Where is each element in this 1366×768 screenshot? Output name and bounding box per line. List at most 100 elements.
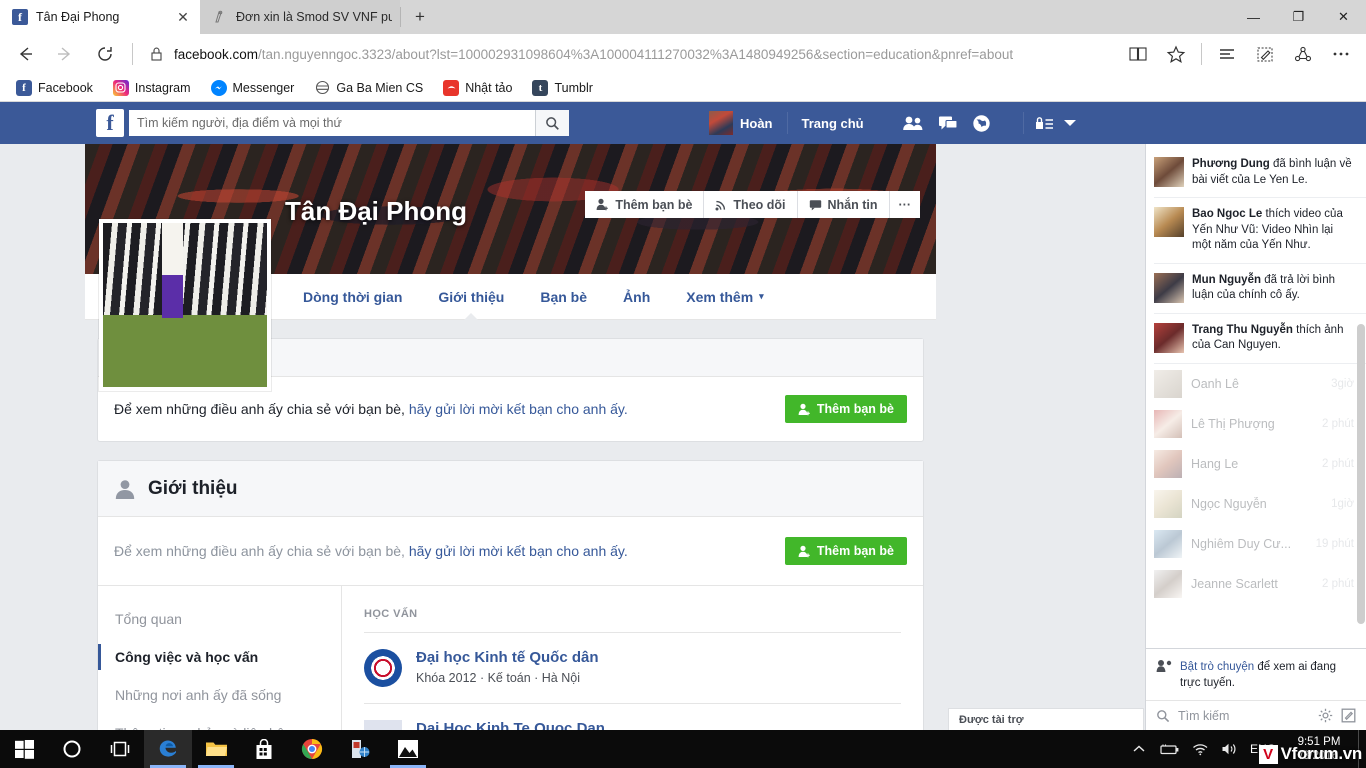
reading-view-icon[interactable] (1119, 37, 1157, 71)
sidebar-scrollbar[interactable] (1357, 324, 1365, 624)
tab-close-icon[interactable]: ✕ (174, 9, 192, 26)
education-name[interactable]: Đại học Kinh tế Quốc dân (416, 649, 599, 668)
send-friend-request-link[interactable]: hãy gửi lời mời kết bạn cho anh ấy. (409, 543, 628, 559)
sidebar-item-contact-info[interactable]: Thông tin cơ bản và liên hệ (98, 714, 341, 730)
compose-icon[interactable] (1341, 708, 1356, 723)
list-item[interactable]: Jeanne Scarlett 2 phút (1154, 564, 1366, 604)
add-friend-label: Thêm bạn bè (615, 197, 693, 212)
privacy-shortcuts-icon[interactable] (1034, 116, 1056, 131)
tab-more[interactable]: Xem thêm ▾ (668, 274, 781, 320)
web-note-icon[interactable] (1246, 37, 1284, 71)
favorites-star-icon[interactable] (1157, 37, 1195, 71)
more-icon[interactable] (1322, 37, 1360, 71)
sidebar-item-overview[interactable]: Tổng quan (98, 600, 341, 638)
forward-arrow-icon[interactable] (46, 37, 84, 71)
list-item[interactable]: Nghiêm Duy Cư... 19 phút (1154, 524, 1366, 564)
home-link[interactable]: Trang chủ (792, 116, 874, 131)
ticker-item[interactable]: Trang Thu Nguyễn thích ảnh của Can Nguye… (1154, 314, 1366, 364)
notifications-globe-icon[interactable] (972, 114, 991, 133)
new-tab-button[interactable]: + (401, 0, 439, 34)
bookmark-ga-ba-mien-cs[interactable]: Ga Ba Mien CS (306, 80, 431, 96)
show-hidden-icons-icon[interactable] (1132, 743, 1146, 755)
edge-button[interactable] (144, 730, 192, 768)
account-caret-icon[interactable] (1062, 117, 1078, 129)
list-item[interactable]: Oanh Lê 3giờ (1154, 364, 1366, 404)
search-icon[interactable] (535, 110, 569, 136)
close-window-button[interactable]: ✕ (1321, 0, 1366, 34)
facebook-logo-icon[interactable]: f (96, 109, 124, 137)
education-detail: Khóa 2012 · Kế toán · Hà Nội (416, 670, 580, 685)
list-item[interactable]: Lê Thị Phượng 2 phút (1154, 404, 1366, 444)
list-item[interactable]: Hang Le 2 phút (1154, 444, 1366, 484)
tab-label: Ảnh (623, 288, 651, 305)
chrome-button[interactable] (288, 730, 336, 768)
bookmark-instagram[interactable]: Instagram (105, 79, 199, 96)
ticker-item[interactable]: Bao Ngoc Le thích video của Yến Như Vũ: … (1154, 198, 1366, 264)
ticker-actor[interactable]: Bao Ngoc Le (1192, 208, 1262, 220)
follow-button[interactable]: Theo dõi (704, 191, 798, 218)
cortana-button[interactable] (48, 730, 96, 768)
tab-timeline[interactable]: Dòng thời gian (285, 274, 420, 320)
message-button[interactable]: Nhắn tin (797, 191, 890, 218)
avatar (1154, 272, 1184, 303)
education-entry: Dai Hoc Kinh Te Quoc Dan Bắt đầu từ 11 T… (364, 704, 901, 730)
wifi-icon[interactable] (1192, 742, 1209, 756)
browser-tab-1[interactable]: Đơn xin là Smod SV VNF pu (200, 0, 400, 34)
bookmark-nhat-tao[interactable]: Nhật tảo (435, 79, 520, 96)
ticker-item[interactable]: Phương Dung đã bình luận về bài viết của… (1154, 148, 1366, 199)
turn-on-chat-link[interactable]: Bật trò chuyện (1180, 661, 1254, 673)
facebook-page: f Hoàn Trang chủ (0, 102, 1366, 730)
add-friend-button[interactable]: Thêm bạn bè (784, 537, 907, 565)
ticker-actor[interactable]: Trang Thu Nguyễn (1192, 324, 1293, 336)
messages-icon[interactable] (938, 115, 958, 132)
education-name[interactable]: Dai Hoc Kinh Te Quoc Dan (416, 720, 621, 730)
profile-link[interactable]: Hoàn (699, 111, 783, 135)
gear-icon[interactable] (1318, 708, 1333, 723)
file-explorer-button[interactable] (192, 730, 240, 768)
facebook-search[interactable] (129, 110, 569, 136)
sidebar-item-places[interactable]: Những nơi anh ấy đã sống (98, 676, 341, 714)
ticker-actor[interactable]: Phương Dung (1192, 158, 1270, 170)
cortana-circle-icon (62, 739, 82, 759)
bookmark-messenger[interactable]: Messenger (203, 79, 303, 96)
about-prompt-plain: Để xem những điều anh ấy chia sẻ với bạn… (114, 543, 409, 559)
send-friend-request-link[interactable]: hãy gửi lời mời kết bạn cho anh ấy. (409, 401, 628, 417)
bookmark-tumblr[interactable]: t Tumblr (524, 79, 600, 96)
add-friend-button[interactable]: Thêm bạn bè (784, 395, 907, 423)
ticker-actor[interactable]: Mun Nguyễn (1192, 274, 1261, 286)
share-icon[interactable] (1284, 37, 1322, 71)
browser-tab-0[interactable]: f Tân Đại Phong ✕ (0, 0, 200, 34)
friend-requests-icon[interactable] (902, 115, 924, 131)
refresh-icon[interactable] (86, 37, 124, 71)
tab-friends[interactable]: Bạn bè (522, 274, 605, 320)
more-options-button[interactable]: ··· (889, 191, 920, 218)
battery-icon[interactable] (1158, 743, 1180, 756)
about-prompt-text: Để xem những điều anh ấy chia sẻ với bạn… (114, 543, 628, 559)
bookmark-label: Nhật tảo (465, 80, 513, 95)
volume-icon[interactable] (1221, 742, 1238, 756)
maximize-button[interactable]: ❐ (1276, 0, 1321, 34)
start-button[interactable] (0, 730, 48, 768)
back-arrow-icon[interactable] (6, 37, 44, 71)
store-button[interactable] (240, 730, 288, 768)
task-view-button[interactable] (96, 730, 144, 768)
tab-about[interactable]: Giới thiệu (420, 274, 522, 320)
bookmark-facebook[interactable]: f Facebook (8, 79, 101, 96)
add-friend-button[interactable]: Thêm bạn bè (585, 191, 705, 218)
watermark-text: Vforum.vn (1280, 744, 1363, 763)
profile-avatar[interactable] (99, 219, 271, 391)
search-input[interactable] (129, 111, 535, 135)
list-item[interactable]: Ngọc Nguyễn 1giờ (1154, 484, 1366, 524)
facebook-nav: Hoàn Trang chủ (699, 111, 1078, 135)
chat-search[interactable]: Tìm kiếm (1146, 700, 1366, 730)
add-friend-icon (596, 198, 609, 211)
address-bar[interactable]: facebook.com/tan.nguyenngoc.3323/about?l… (141, 39, 1117, 69)
unikey-button[interactable] (336, 730, 384, 768)
sidebar-item-work-education[interactable]: Công việc và học vấn (98, 638, 341, 676)
hub-icon[interactable] (1208, 37, 1246, 71)
profile-name-label: Hoàn (740, 115, 773, 131)
ticker-item[interactable]: Mun Nguyễn đã trả lời bình luận của chín… (1154, 264, 1366, 314)
tab-photos[interactable]: Ảnh (605, 274, 668, 320)
photos-button[interactable] (384, 730, 432, 768)
minimize-button[interactable]: — (1231, 0, 1276, 34)
